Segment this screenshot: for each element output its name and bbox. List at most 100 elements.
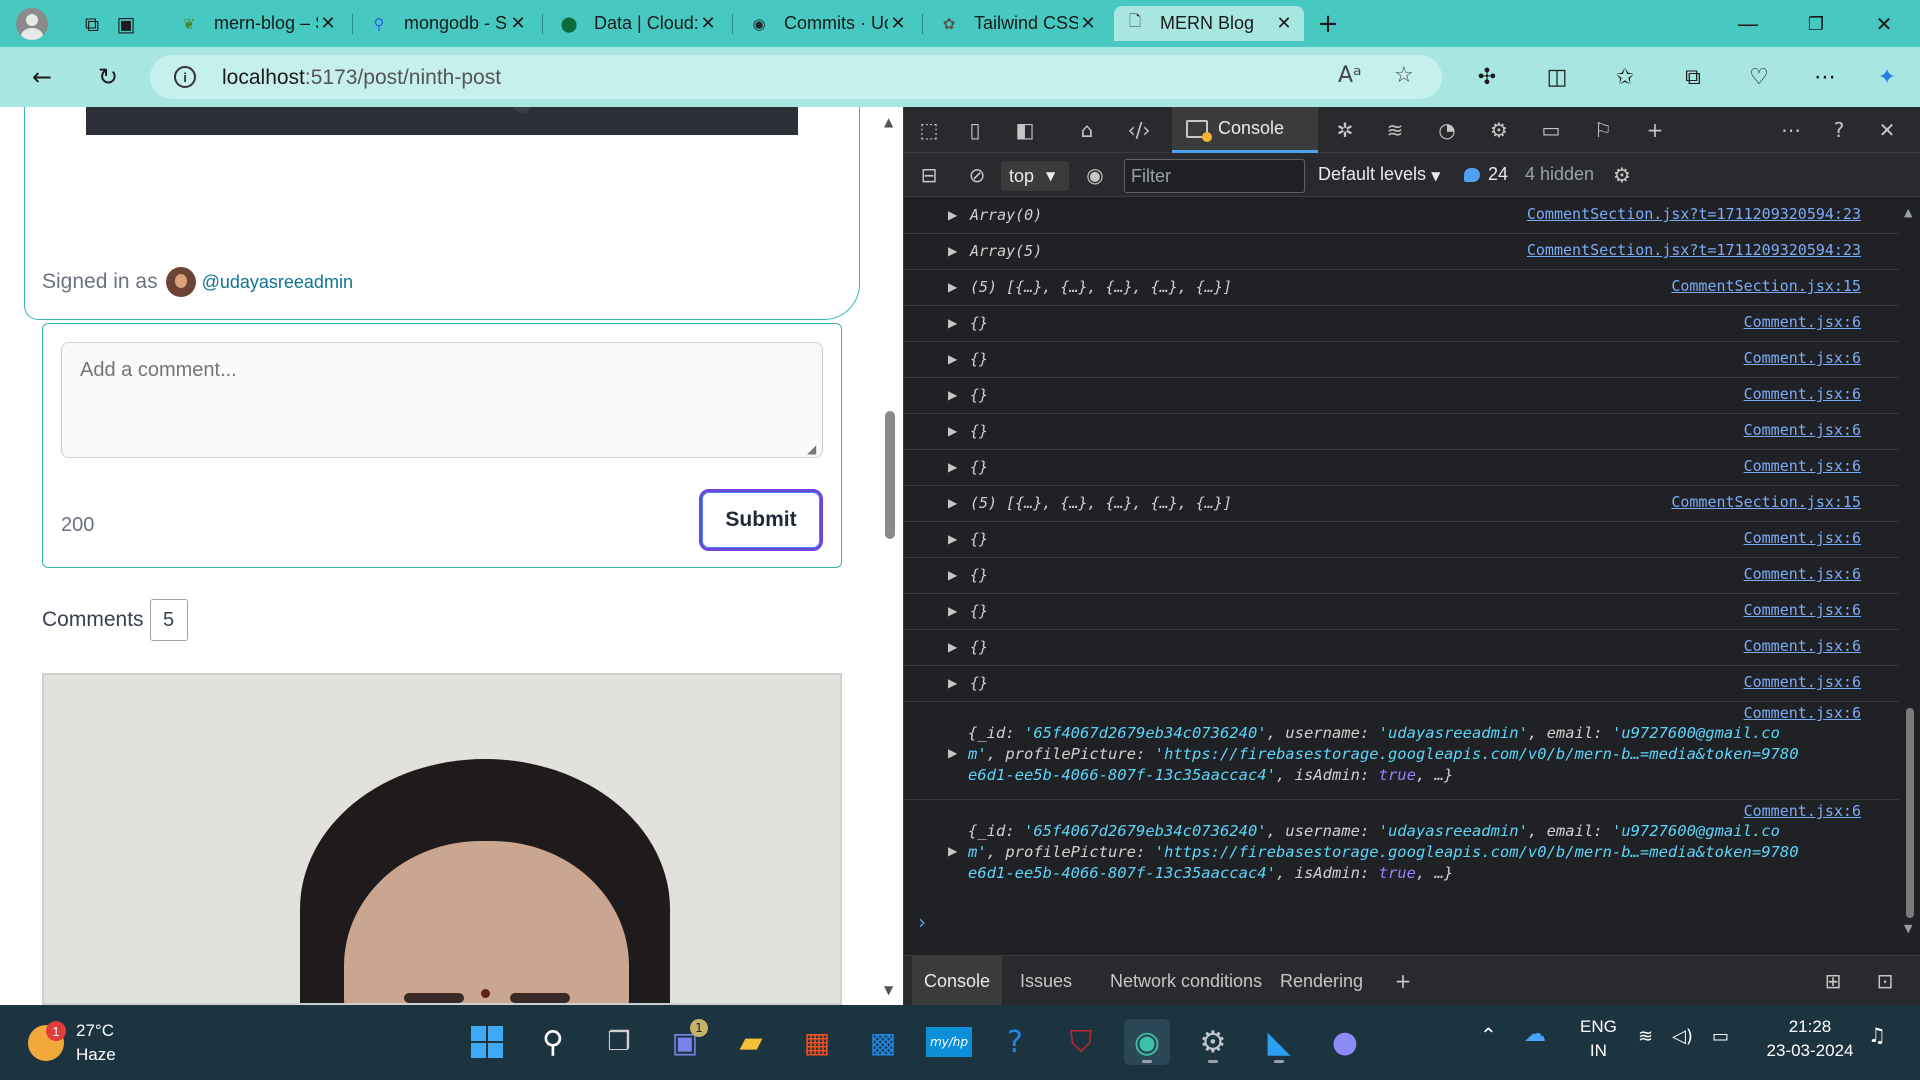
expand-triangle-icon[interactable]: ▶	[948, 676, 957, 690]
browser-tab-mern-blog[interactable]: 🗋 MERN Blog ✕	[1114, 6, 1304, 41]
scroll-up-arrow-icon[interactable]: ▲	[884, 115, 893, 129]
weather-widget[interactable]: 1 27°C Haze	[28, 1019, 116, 1067]
log-entry[interactable]: ▶ Array(5) CommentSection.jsx?t=1711209320…	[904, 234, 1899, 270]
inspect-element-icon[interactable]: ⬚	[914, 115, 944, 145]
get-help-icon[interactable]: ?	[992, 1019, 1038, 1065]
log-levels-dropdown[interactable]: Default levels ▼	[1318, 164, 1440, 185]
resize-grip-icon[interactable]: ◢	[807, 442, 816, 456]
elements-icon[interactable]: ‹/›	[1124, 115, 1154, 145]
site-info-icon[interactable]: i	[174, 66, 196, 88]
collections-icon[interactable]: ⧉	[1676, 60, 1710, 94]
battery-icon[interactable]: ▭	[1712, 1025, 1729, 1049]
log-entry[interactable]: ▶ {} Comment.jsx:6	[904, 378, 1899, 414]
add-drawer-tab-icon[interactable]: +	[1388, 966, 1418, 996]
log-source-link[interactable]: Comment.jsx:6	[1744, 349, 1861, 367]
help-icon[interactable]: ?	[1824, 115, 1854, 145]
favorites-icon[interactable]: ✩	[1608, 60, 1642, 94]
close-window-icon[interactable]: ✕	[1868, 8, 1900, 40]
task-view-icon[interactable]: ❐	[596, 1019, 642, 1065]
comment-textarea[interactable]	[61, 342, 823, 458]
copilot-icon[interactable]: ✦	[1870, 60, 1904, 94]
expand-triangle-icon[interactable]: ▶	[948, 532, 957, 546]
page-scrollbar[interactable]: ▲ ▼	[877, 107, 903, 1005]
expand-triangle-icon[interactable]: ▶	[948, 496, 957, 510]
log-source-link[interactable]: Comment.jsx:6	[1744, 385, 1861, 403]
expand-triangle-icon[interactable]: ▶	[948, 388, 957, 402]
log-entry[interactable]: ▶ Array(0) CommentSection.jsx?t=1711209320…	[904, 198, 1899, 234]
log-entry[interactable]: ▶ {} Comment.jsx:6	[904, 666, 1899, 702]
log-source-link[interactable]: CommentSection.jsx:15	[1671, 493, 1861, 511]
log-entry[interactable]: ▶ {} Comment.jsx:6	[904, 414, 1899, 450]
message-count[interactable]: 24	[1464, 164, 1508, 185]
browser-tab-mongodb-search[interactable]: ⚲ mongodb - Searc ✕	[358, 6, 538, 41]
log-entry[interactable]: ▶ {} Comment.jsx:6	[904, 342, 1899, 378]
wifi-icon[interactable]: ≋	[1638, 1025, 1653, 1049]
settings-gear-icon[interactable]: ⚙	[1190, 1019, 1236, 1065]
mcafee-shield-icon[interactable]: ⛉	[1058, 1019, 1104, 1065]
clear-console-icon[interactable]: ⊘	[962, 160, 992, 190]
refresh-icon[interactable]: ↻	[90, 59, 126, 95]
log-entry[interactable]: ▶ {} Comment.jsx:6	[904, 630, 1899, 666]
log-source-link[interactable]: Comment.jsx:6	[1744, 673, 1861, 691]
log-source-link[interactable]: CommentSection.jsx:15	[1671, 277, 1861, 295]
console-sidebar-icon[interactable]: ⊟	[914, 160, 944, 190]
live-expression-eye-icon[interactable]: ◉	[1080, 160, 1110, 190]
dock-drawer-icon[interactable]: ⊞	[1818, 966, 1848, 996]
expand-triangle-icon[interactable]: ▶	[948, 844, 957, 858]
dock-side-icon[interactable]: ◧	[1010, 115, 1040, 145]
close-tab-icon[interactable]: ✕	[1078, 13, 1098, 34]
close-tab-icon[interactable]: ✕	[318, 13, 338, 34]
extensions-icon[interactable]: ✣	[1470, 60, 1504, 94]
devtools-more-icon[interactable]: ⋯	[1776, 115, 1806, 145]
clock[interactable]: 21:28 23-03-2024	[1760, 1015, 1860, 1063]
app-orb-icon[interactable]: ●	[1322, 1019, 1368, 1065]
console-filter-input[interactable]: Filter	[1124, 159, 1305, 193]
log-object-entry[interactable]: Comment.jsx:6 {_id: '65f4067d2679eb34c07…	[904, 704, 1899, 800]
expand-triangle-icon[interactable]: ▶	[948, 280, 957, 294]
expand-triangle-icon[interactable]: ▶	[948, 746, 957, 760]
log-object-entry[interactable]: Comment.jsx:6 {_id: '65f4067d2679eb34c07…	[904, 802, 1899, 898]
application-icon[interactable]: ▭	[1536, 115, 1566, 145]
minimize-window-icon[interactable]: ―	[1732, 8, 1764, 40]
profile-avatar-icon[interactable]	[16, 8, 48, 40]
address-bar[interactable]: i localhost:5173/post/ninth-post Aᵃ ☆	[150, 55, 1442, 99]
workspaces-icon[interactable]: ⧉	[76, 8, 108, 40]
log-source-link[interactable]: Comment.jsx:6	[1744, 421, 1861, 439]
edge-browser-icon[interactable]: ◉	[1124, 1019, 1170, 1065]
scroll-down-arrow-icon[interactable]: ▼	[884, 983, 893, 997]
expand-triangle-icon[interactable]: ▶	[948, 352, 957, 366]
notifications-bell-icon[interactable]: ♫	[1868, 1023, 1886, 1047]
scroll-down-arrow-icon[interactable]: ▼	[1904, 922, 1912, 935]
microsoft-store-icon[interactable]: ▦	[794, 1019, 840, 1065]
split-screen-icon[interactable]: ◫	[1540, 60, 1574, 94]
close-tab-icon[interactable]: ✕	[508, 13, 528, 34]
drawer-tab-issues[interactable]: Issues	[1008, 956, 1084, 1006]
drawer-tab-console[interactable]: Console	[912, 956, 1003, 1006]
tab-actions-icon[interactable]: ▣	[110, 8, 142, 40]
sources-bug-icon[interactable]: ✲	[1330, 115, 1360, 145]
css-overview-icon[interactable]: ⚐	[1588, 115, 1618, 145]
log-source-link[interactable]: Comment.jsx:6	[1744, 565, 1861, 583]
device-emulation-icon[interactable]: ▯	[960, 115, 990, 145]
settings-gear-icon[interactable]: ⚙	[1484, 115, 1514, 145]
console-settings-gear-icon[interactable]: ⚙	[1607, 160, 1637, 190]
teams-chat-icon[interactable]: ▣ 1	[662, 1019, 708, 1065]
expand-triangle-icon[interactable]: ▶	[948, 640, 957, 654]
expand-triangle-icon[interactable]: ▶	[948, 604, 957, 618]
console-prompt-chevron-icon[interactable]: ›	[918, 910, 926, 934]
submit-button[interactable]: Submit	[699, 489, 823, 551]
close-devtools-icon[interactable]: ✕	[1872, 115, 1902, 145]
log-source-link[interactable]: Comment.jsx:6	[1744, 601, 1861, 619]
console-scrollbar[interactable]: ▲ ▼	[1899, 198, 1920, 940]
network-wifi-icon[interactable]: ≋	[1380, 115, 1410, 145]
log-entry[interactable]: ▶ (5) [{…}, {…}, {…}, {…}, {…}] CommentSec…	[904, 270, 1899, 306]
show-hidden-icons-chevron-icon[interactable]: ⌃	[1480, 1023, 1497, 1047]
expand-triangle-icon[interactable]: ▶	[948, 568, 957, 582]
close-tab-icon[interactable]: ✕	[1274, 13, 1294, 34]
log-entry[interactable]: ▶ {} Comment.jsx:6	[904, 522, 1899, 558]
log-source-link[interactable]: CommentSection.jsx?t=1711209320594:23	[1527, 205, 1861, 223]
log-source-link[interactable]: Comment.jsx:6	[1744, 637, 1861, 655]
log-entry[interactable]: ▶ {} Comment.jsx:6	[904, 558, 1899, 594]
myhp-icon[interactable]: my/hp	[925, 1019, 973, 1065]
vscode-icon[interactable]: ◣	[1256, 1019, 1302, 1065]
